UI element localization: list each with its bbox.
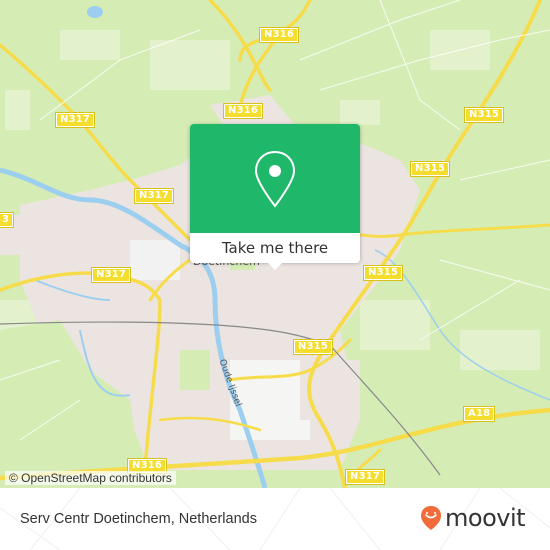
map-view[interactable]: N316 N317 N316 N315 N317 N315 3 N317 N31… xyxy=(0,0,550,488)
road-shield-n317-west: N317 xyxy=(90,267,132,283)
pond xyxy=(87,6,103,18)
road-shield-n317-nw: N317 xyxy=(54,112,96,128)
take-me-there-button[interactable]: Take me there xyxy=(190,233,360,263)
map-attribution[interactable]: © OpenStreetMap contributors xyxy=(5,471,176,485)
brand-name: moovit xyxy=(445,504,526,532)
footer: Serv Centr Doetinchem, Netherlands moovi… xyxy=(0,488,550,550)
location-title: Serv Centr Doetinchem, Netherlands xyxy=(20,511,257,527)
moovit-logo[interactable]: moovit xyxy=(420,504,526,532)
road-shield-n315-mid: N315 xyxy=(362,265,404,281)
location-popup: Take me there xyxy=(190,124,360,270)
road-shield-west: 3 xyxy=(0,212,15,228)
road-shield-n317-center: N317 xyxy=(133,188,175,204)
road-shield-n315-south: N315 xyxy=(292,339,334,355)
moovit-pin-icon xyxy=(421,506,441,530)
road-shield-n315-east: N315 xyxy=(409,161,451,177)
map-pin-icon xyxy=(254,150,296,208)
road-shield-n316-top: N316 xyxy=(258,27,300,43)
popup-pointer xyxy=(267,262,283,270)
industrial-area-2 xyxy=(230,360,310,440)
road-shield-a18: A18 xyxy=(462,406,496,422)
road-shield-n315-ne: N315 xyxy=(463,107,505,123)
popup-header xyxy=(190,124,360,233)
road-shield-n316-mid: N316 xyxy=(222,103,264,119)
road-shield-n317-south: N317 xyxy=(344,469,386,485)
